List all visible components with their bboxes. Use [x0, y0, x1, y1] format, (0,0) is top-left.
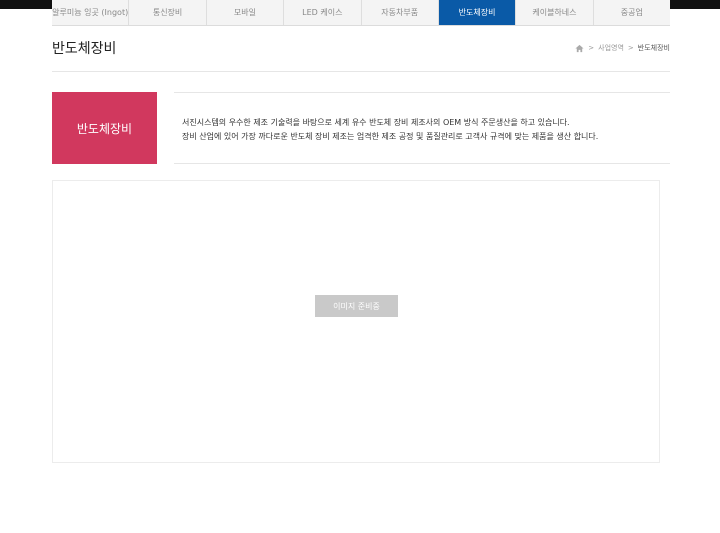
section-label: 반도체장비 [76, 121, 133, 136]
image-placeholder: 이미지 준비중 [315, 295, 398, 317]
intro-line-2: 장비 산업에 있어 가장 까다로운 반도체 장비 제조는 엄격한 제조 공정 및… [182, 132, 599, 141]
page-title: 반도체장비 [52, 41, 117, 57]
intro-line-1: 서진시스템의 우수한 제조 기술력을 바탕으로 세계 유수 반도체 장비 제조사… [182, 118, 570, 127]
tab-semiconductor-equipment[interactable]: 반도체장비 [438, 0, 517, 25]
home-icon[interactable] [575, 44, 584, 53]
header-divider [52, 71, 670, 72]
tab-led-case[interactable]: LED 케이스 [284, 0, 362, 25]
category-tabs: 알루미늄 잉곳 (Ingot) 통신장비 모바일 LED 케이스 자동차부품 반… [52, 0, 670, 26]
breadcrumb-separator: > [588, 44, 595, 52]
product-image-panel: 이미지 준비중 [52, 180, 660, 463]
tab-auto-parts[interactable]: 자동차부품 [361, 0, 439, 25]
breadcrumb-current: 반도체장비 [637, 44, 670, 52]
breadcrumb-section-link[interactable]: 사업영역 [598, 43, 624, 53]
tab-heavy-industry[interactable]: 중공업 [593, 0, 670, 25]
breadcrumb: > 사업영역 > 반도체장비 [575, 43, 670, 53]
breadcrumb-separator: > [627, 44, 634, 52]
section-label-box: 반도체장비 [52, 92, 157, 164]
intro-text: 서진시스템의 우수한 제조 기술력을 바탕으로 세계 유수 반도체 장비 제조사… [182, 116, 662, 144]
intro-top-divider [174, 92, 670, 93]
tab-aluminum-ingot[interactable]: 알루미늄 잉곳 (Ingot) [52, 0, 130, 25]
tab-telecom-equipment[interactable]: 통신장비 [129, 0, 207, 25]
intro-bottom-divider [174, 163, 670, 164]
tab-cable-harness[interactable]: 케이블하네스 [516, 0, 594, 25]
tab-mobile[interactable]: 모바일 [206, 0, 285, 25]
